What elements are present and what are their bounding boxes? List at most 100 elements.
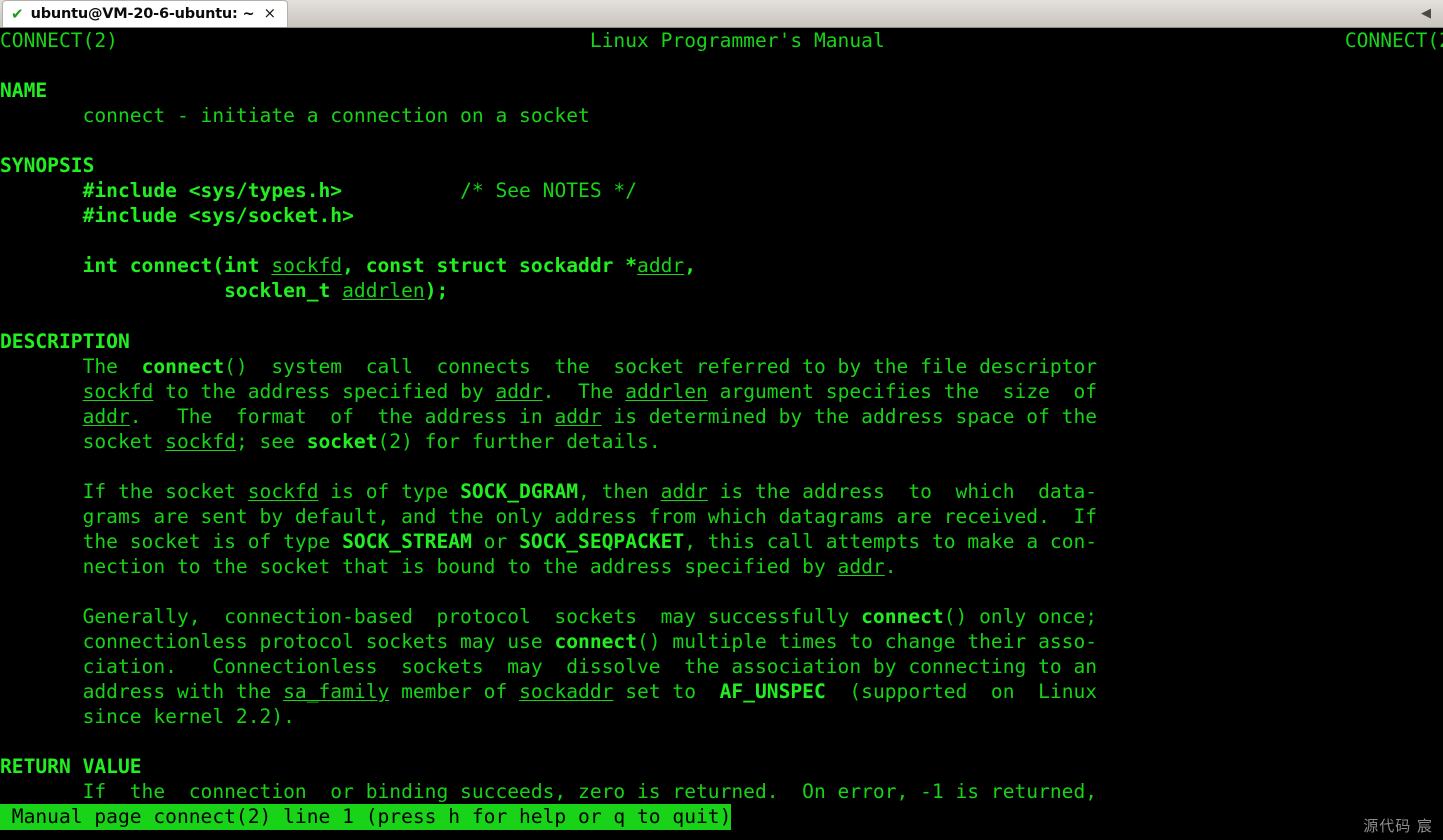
plain-text: connectionless protocol sockets may use (0, 630, 555, 654)
terminal-line: Manual page connect(2) line 1 (press h f… (0, 804, 1443, 830)
bold-text: NAME (0, 79, 48, 103)
plain-text (0, 405, 83, 428)
terminal-screen[interactable]: CONNECT(2) Linux Programmer's Manual CON… (0, 28, 1443, 840)
terminal-tab-bar: ✔ ubuntu@VM-20-6-ubuntu: ~ × ◀ (0, 0, 1443, 28)
tab-title: ubuntu@VM-20-6-ubuntu: ~ (30, 6, 255, 22)
bold-text: SOCK_STREAM (342, 529, 472, 553)
plain-text: since kernel 2.2). (0, 705, 295, 729)
italic-text: addr (837, 554, 885, 578)
terminal-line: addr. The format of the address in addr … (0, 404, 1443, 429)
terminal-line: CONNECT(2) Linux Programmer's Manual CON… (0, 28, 1443, 53)
plain-text: Linux Programmer's Manual (589, 29, 885, 52)
italic-text: addrlen (342, 279, 425, 303)
terminal-line: sockfd to the address specified by addr.… (0, 379, 1443, 404)
plain-text: socket (0, 429, 166, 453)
scroll-left-arrow-icon[interactable]: ◀ (1409, 0, 1443, 27)
plain-text: is the address to which data- (707, 479, 1098, 503)
bold-text: connect (141, 354, 225, 378)
plain-text: the socket is of type (0, 529, 343, 553)
bold-text: SOCK_SEQPACKET (519, 529, 685, 553)
terminal-line: socklen_t addrlen); (0, 278, 1443, 303)
plain-text: nection to the socket that is bound to t… (0, 554, 838, 578)
italic-text: sockfd (271, 254, 343, 278)
terminal-line: grams are sent by default, and the only … (0, 504, 1443, 529)
plain-text: CONNECT(2) (1344, 29, 1443, 52)
plain-text: is of type (318, 479, 461, 503)
plain-text (0, 179, 83, 202)
italic-text: addrlen (625, 379, 708, 403)
bold-text: RETURN VALUE (0, 755, 142, 779)
terminal-line: since kernel 2.2). (0, 704, 1443, 729)
plain-text (0, 380, 83, 403)
italic-text: sockfd (165, 429, 236, 453)
terminal-line: socket sockfd; see socket(2) for further… (0, 429, 1443, 454)
terminal-line: #include <sys/types.h> /* See NOTES */ (0, 178, 1443, 203)
terminal-line: NAME (0, 78, 1443, 103)
close-icon[interactable]: × (261, 5, 278, 23)
terminal-line: #include <sys/socket.h> (0, 203, 1443, 228)
plain-text: CONNECT(2) (0, 29, 118, 52)
plain-text: (2) for further details. (377, 429, 661, 453)
terminal-line: If the socket sockfd is of type SOCK_DGR… (0, 479, 1443, 504)
bold-text: , (684, 254, 697, 278)
italic-text: addr (660, 479, 708, 503)
plain-text: is determined by the address space of th… (601, 404, 1098, 428)
terminal-line: int connect(int sockfd, const struct soc… (0, 253, 1443, 278)
terminal-line: Generally, connection-based protocol soc… (0, 604, 1443, 629)
terminal-line: connect - initiate a connection on a soc… (0, 103, 1443, 128)
bold-text: , const struct sockaddr * (342, 254, 638, 278)
plain-text: or (471, 529, 520, 553)
terminal-line: The connect() system call connects the s… (0, 354, 1443, 379)
plain-text: () system call connects the socket refer… (224, 354, 1098, 378)
terminal-tab[interactable]: ✔ ubuntu@VM-20-6-ubuntu: ~ × (2, 0, 289, 27)
italic-text: sockfd (247, 479, 319, 503)
check-icon: ✔ (11, 4, 24, 23)
plain-text (0, 279, 224, 302)
plain-text (885, 29, 1345, 52)
bold-text: #include <sys/types.h> (82, 179, 343, 203)
italic-text: sockaddr (519, 680, 614, 704)
italic-text: addr (637, 254, 685, 278)
bold-text: socket (306, 429, 378, 453)
bold-text: #include <sys/socket.h> (82, 204, 354, 228)
plain-text: . The (542, 379, 626, 403)
bold-text: AF_UNSPEC (719, 680, 826, 704)
terminal-line: nection to the socket that is bound to t… (0, 554, 1443, 579)
plain-text: member of (389, 680, 520, 704)
plain-text: connect - initiate a connection on a soc… (0, 104, 590, 128)
plain-text: address with the (0, 680, 284, 704)
bold-text: int connect(int (82, 254, 272, 278)
tab-bar-spacer (288, 26, 1409, 27)
plain-text: (supported on Linux (825, 680, 1098, 704)
plain-text (0, 254, 83, 277)
plain-text: The (0, 354, 142, 378)
bold-text: SYNOPSIS (0, 154, 95, 178)
plain-text (118, 29, 590, 52)
terminal-line: the socket is of type SOCK_STREAM or SOC… (0, 529, 1443, 554)
italic-text: addr (495, 379, 543, 403)
italic-text: addr (82, 404, 130, 428)
plain-text: , then (578, 479, 661, 503)
plain-text: If the socket (0, 479, 248, 503)
plain-text: . (884, 554, 897, 578)
terminal-line: DESCRIPTION (0, 329, 1443, 354)
bold-text: socklen_t (224, 279, 343, 303)
terminal-line: ciation. Connectionless sockets may diss… (0, 654, 1443, 679)
plain-text: If the connection or binding succeeds, z… (0, 780, 1098, 804)
italic-text: sockfd (82, 379, 154, 403)
plain-text: set to (613, 680, 720, 704)
plain-text (0, 204, 83, 227)
plain-text: to the address specified by (153, 379, 496, 403)
plain-text: Generally, connection-based protocol soc… (0, 605, 862, 629)
terminal-line: SYNOPSIS (0, 153, 1443, 178)
italic-text: addr (554, 404, 602, 428)
plain-text: () only once; (943, 605, 1098, 629)
terminal-line: RETURN VALUE (0, 754, 1443, 779)
plain-text: () multiple times to change their asso- (637, 630, 1098, 654)
